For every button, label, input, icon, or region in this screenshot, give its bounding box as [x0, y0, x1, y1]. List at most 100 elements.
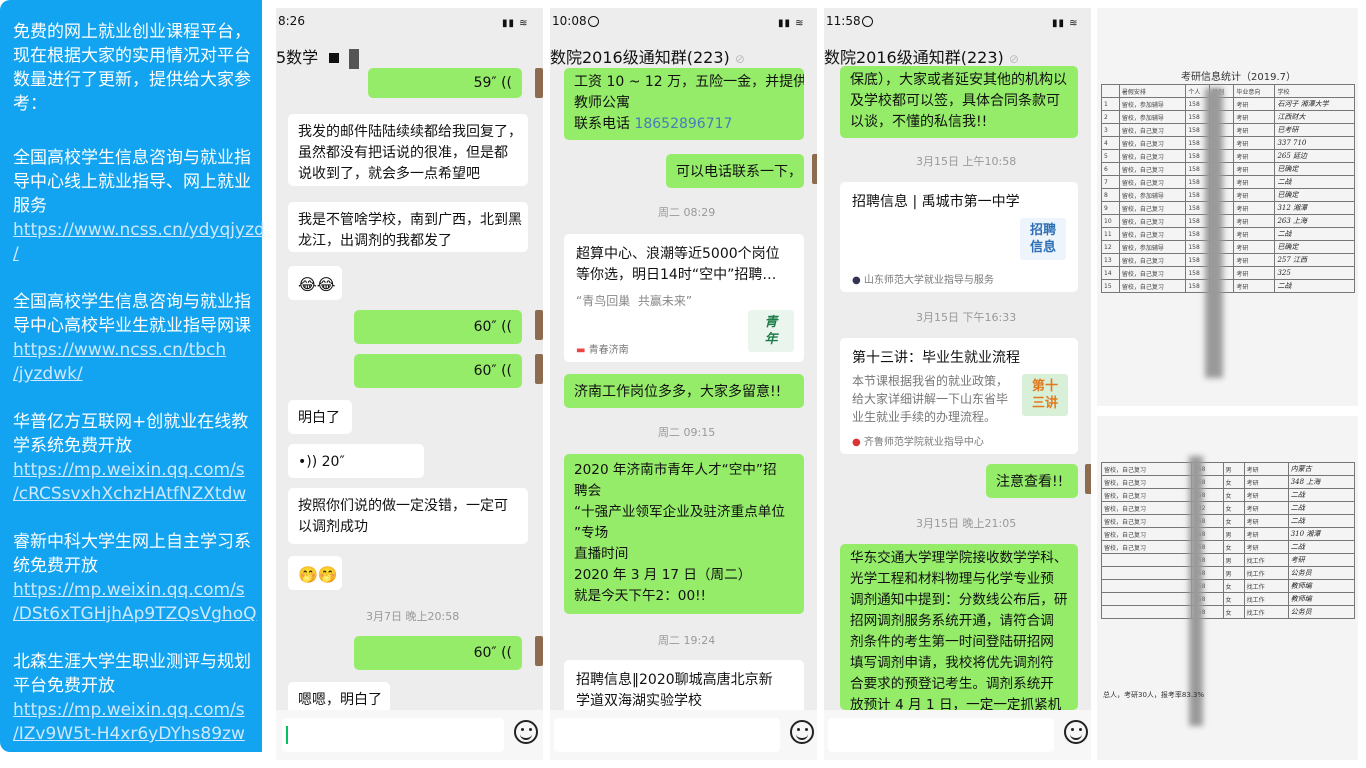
message-input[interactable] [554, 718, 780, 752]
table-cell: 女 [1222, 475, 1245, 489]
table-cell: 337 710 [1274, 136, 1355, 150]
item-3-link[interactable]: https://mp.weixin.qq.com/s /cRCSsvxhXchz… [13, 458, 263, 506]
card-title: 招聘信息 | 禹城市第一中学 [852, 194, 1020, 210]
table-row: 留校，自己复习158男考研内蒙古 [1100, 462, 1356, 476]
table-cell: 265 延边 [1274, 149, 1355, 163]
table-cell: 325 [1274, 266, 1355, 280]
survey-table: 暑假安排 个人 性别 毕业意向 学校 1留校，参加辅导158男考研石河子 湘潭大… [1101, 84, 1355, 293]
table-cell: 考研 [1243, 540, 1289, 554]
message-bubble: 按照你们说的做一定没错，一定可 以调剂成功 [288, 488, 528, 544]
table-row: 4留校，自己复习158女考研337 710 [1101, 136, 1355, 150]
table-cell: 4 [1101, 136, 1120, 150]
avatar[interactable] [535, 68, 543, 98]
table-cell: 女 [1222, 514, 1245, 528]
table-row: 留校，自己复习158女考研348 上海 [1100, 475, 1356, 489]
voice-message[interactable]: 60″ (( [354, 354, 522, 388]
table-cell: 教师编 [1287, 592, 1356, 606]
table-cell: 女 [1222, 592, 1245, 606]
table-cell: 留校，自己复习 [1118, 253, 1187, 267]
table-cell: 男 [1222, 553, 1245, 567]
voice-message[interactable]: 60″ (( [354, 636, 522, 670]
table-row: 11留校，自己复习158女考研二战 [1101, 227, 1355, 241]
avatar[interactable] [535, 636, 543, 666]
item-5-name: 北森生涯大学生职业测评与规划 平台免费开放 [13, 652, 251, 696]
table-cell: 找工作 [1243, 566, 1289, 580]
table-row: 留校，自己复习132女考研二战 [1100, 501, 1356, 515]
table-row: 158女找工作公务员 [1100, 605, 1356, 619]
article-card[interactable]: 第十三讲：毕业生就业流程 本节课根据我省的就业政策， 给大家详细讲解一下山东省毕… [840, 338, 1078, 454]
table-cell: 找工作 [1243, 553, 1289, 567]
table-cell: 考研 [1243, 475, 1289, 489]
item-5-link[interactable]: https://mp.weixin.qq.com/s /IZv9W5t-H4xr… [13, 698, 263, 746]
item-4-link[interactable]: https://mp.weixin.qq.com/s /DSt6xTGHjhAp… [13, 578, 263, 626]
survey-rows: 1留校，参加辅导158男考研石河子 湘潭大学2留校，参加辅导158男考研江西财大… [1101, 97, 1355, 293]
emoji-icon[interactable] [1064, 720, 1088, 744]
table-cell: 考研 [1233, 240, 1276, 254]
table-row: 7留校，自己复习158女考研二战 [1101, 175, 1355, 189]
table-header [1101, 84, 1120, 98]
table-cell: 考研 [1233, 175, 1276, 189]
voice-message[interactable]: •)) 20″ [288, 444, 424, 478]
table-cell: 12 [1101, 240, 1120, 254]
timestamp: 3月15日 晚上21:05 [916, 517, 1017, 530]
message-input[interactable] [828, 718, 1054, 752]
item-1-name: 全国高校学生信息咨询与就业指 导中心线上就业指导、网上就业 服务 [13, 148, 251, 216]
table-row: 15留校，自己复习158女考研二战 [1101, 279, 1355, 293]
table-cell: 公务员 [1287, 566, 1356, 580]
table-cell: 留校，自己复习 [1118, 175, 1187, 189]
table-cell: 考研 [1233, 279, 1276, 293]
card-thumbnail: 招聘 信息 [1020, 218, 1066, 260]
card-source: ● 齐鲁师范学院就业指导中心 [852, 437, 984, 448]
table-cell: 二战 [1287, 488, 1356, 502]
voice-wave-icon: (( [501, 363, 512, 379]
voice-message[interactable]: 59″ (( [368, 68, 522, 98]
item-2-link[interactable]: https://www.ncss.cn/tbch /jyzdwk/ [13, 338, 263, 386]
emoji-message: 😂😂 [288, 266, 342, 300]
redaction-blur [1189, 456, 1203, 726]
avatar[interactable] [1085, 464, 1091, 494]
emoji-icon[interactable] [790, 720, 814, 744]
voice-message[interactable]: 60″ (( [354, 310, 522, 344]
avatar[interactable] [812, 154, 817, 184]
avatar[interactable] [535, 354, 543, 384]
table-cell: 考研 [1233, 214, 1276, 228]
table-cell: 留校，自己复习 [1100, 475, 1193, 489]
table-cell: 考研 [1233, 123, 1276, 137]
table-cell: 10 [1101, 214, 1120, 228]
table-row: 12留校，参加辅导158男考研已确定 [1101, 240, 1355, 254]
message-input[interactable] [282, 718, 504, 752]
card-source: ▬ 青春济南 [576, 345, 629, 356]
table-cell: 留校，自己复习 [1100, 514, 1193, 528]
table-cell: 女 [1222, 579, 1245, 593]
article-card[interactable]: 超算中心、浪潮等近5000个岗位 等你选，明日14时“空中”招聘… “青鸟回巢 … [564, 234, 804, 362]
timestamp: 周二 08:29 [658, 206, 716, 219]
message-bubble: 2020 年济南市青年人才“空中”招 聘会 “十强产业领军企业及驻济重点单位 ”… [564, 454, 804, 614]
table-row: 1留校，参加辅导158男考研石河子 湘潭大学 [1101, 97, 1355, 111]
table-cell: 留校，自己复习 [1100, 527, 1193, 541]
table-cell [1100, 605, 1193, 619]
article-card[interactable]: 招聘信息 | 禹城市第一中学 招聘 信息 ● 山东师范大学就业指导与服务 [840, 182, 1078, 292]
table-cell: 考研 [1233, 136, 1276, 150]
table-cell: 公务员 [1287, 605, 1356, 619]
table-cell: 教师编 [1287, 579, 1356, 593]
table-cell: 男 [1222, 566, 1245, 580]
avatar[interactable] [535, 310, 543, 340]
message-bubble: 华东交通大学理学院接收数学学科、 光学工程和材料物理与化学专业预 调剂通知中提到… [840, 544, 1078, 710]
table-cell: 留校，参加辅导 [1118, 240, 1187, 254]
mute-icon: ⊘ [734, 52, 745, 66]
survey-title: 考研信息统计（2019.7） [1181, 72, 1296, 83]
emoji-icon[interactable] [514, 720, 538, 744]
table-row: 留校，自己复习158女考研二战 [1100, 540, 1356, 554]
table-row: 158女找工作教师编 [1100, 579, 1356, 593]
item-1-link[interactable]: https://www.ncss.cn/ydyqjyzd / [13, 218, 265, 266]
table-cell: 留校，自己复习 [1118, 162, 1187, 176]
table-cell: 310 湘潭 [1287, 527, 1356, 541]
phone-link[interactable]: 18652896717 [634, 116, 732, 132]
table-cell: 二战 [1287, 540, 1356, 554]
table-row: 158男找工作考研 [1100, 553, 1356, 567]
table-cell: 二战 [1274, 279, 1355, 293]
table-cell: 已确定 [1274, 162, 1355, 176]
article-card[interactable]: 招聘信息‖2020聊城高唐北京新 学道双海湖实验学校 [564, 660, 804, 716]
table-cell: 15 [1101, 279, 1120, 293]
table-cell: 13 [1101, 253, 1120, 267]
